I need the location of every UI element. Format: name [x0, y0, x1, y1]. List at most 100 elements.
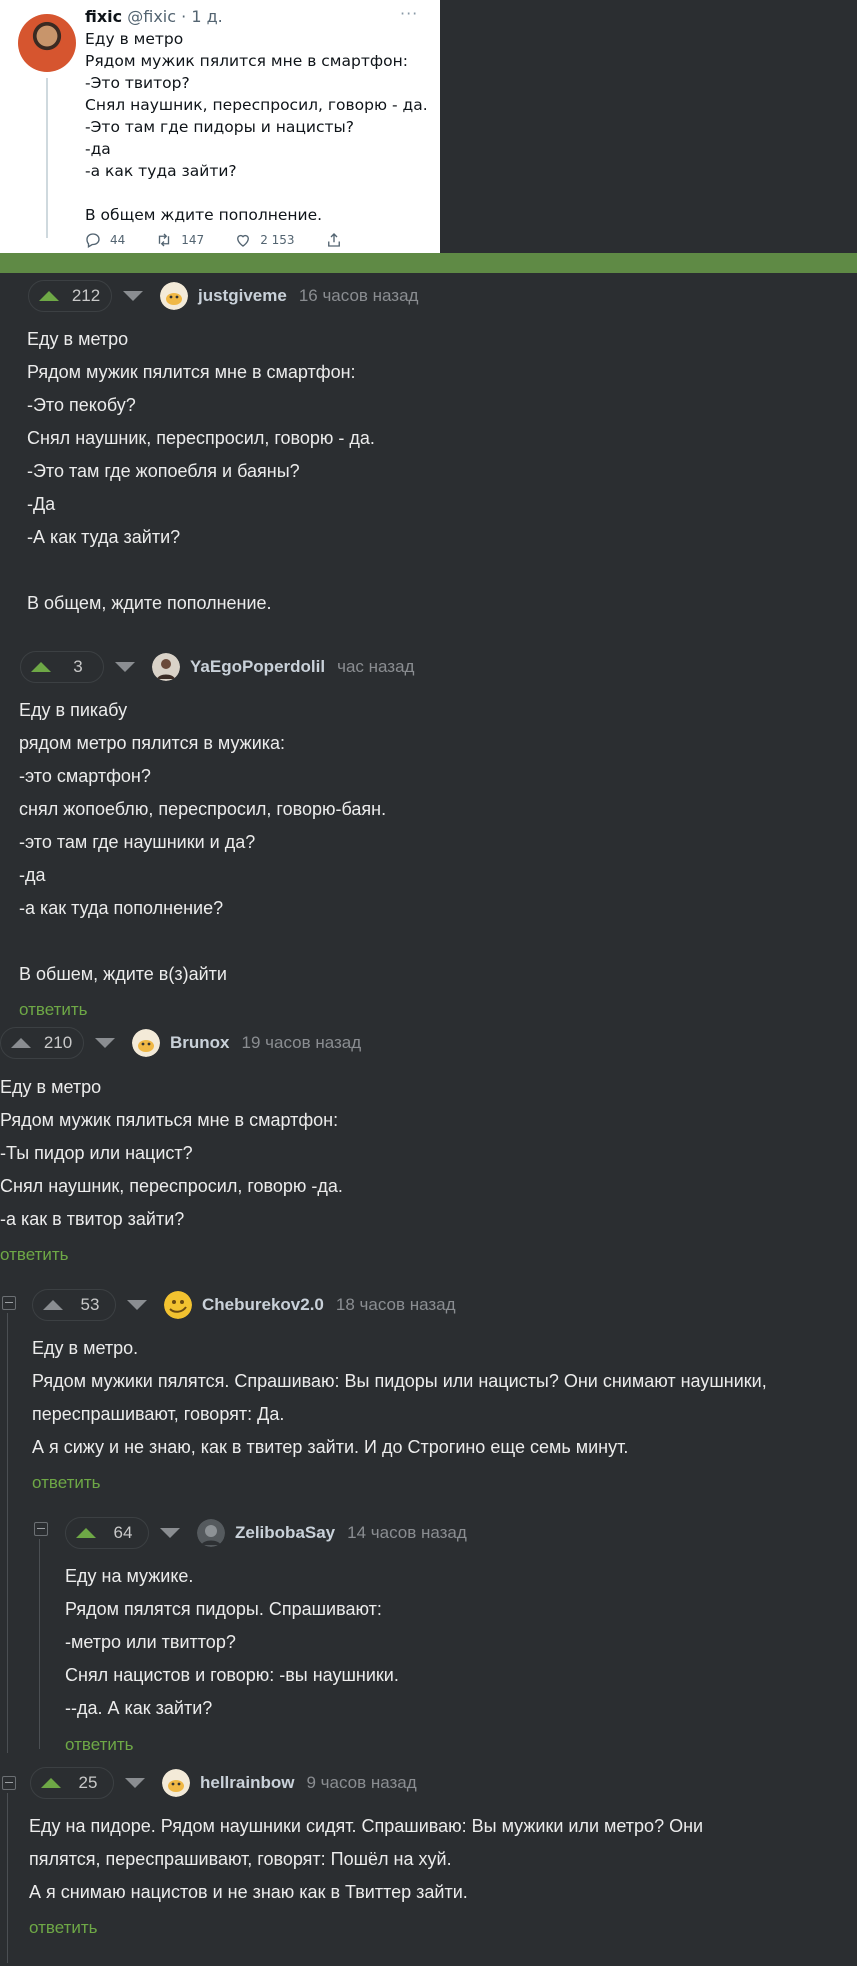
downvote-button[interactable] — [88, 1028, 122, 1058]
comment-line: Снял наушник, переспросил, говорю -да. — [0, 1176, 343, 1196]
comment-header: 25 hellrainbow 9 часов назад — [30, 1766, 417, 1800]
comment-body: Еду в метро Рядом мужик пялиться мне в с… — [0, 1071, 343, 1236]
avatar[interactable] — [132, 1029, 160, 1057]
comment-body: Еду в метро. Рядом мужики пялятся. Спраш… — [32, 1332, 767, 1464]
retweet-button[interactable]: 147 — [155, 231, 204, 249]
comment-body: Еду на пидоре. Рядом наушники сидят. Спр… — [29, 1810, 703, 1909]
comment-line: Еду в пикабу — [19, 700, 128, 720]
comment-score: 210 — [43, 1033, 73, 1052]
reply-count: 44 — [110, 233, 126, 247]
upvote-icon[interactable] — [31, 662, 51, 672]
downvote-button[interactable] — [153, 1518, 187, 1548]
reply-button[interactable]: 44 — [84, 231, 125, 249]
reply-link[interactable]: ответить — [29, 1918, 98, 1938]
comment-line: Еду в метро. — [32, 1338, 139, 1358]
tweet-header: fixic @fixic · 1 д. — [85, 7, 223, 26]
retweet-count: 147 — [181, 233, 205, 247]
comment-author[interactable]: Cheburekov2.0 — [202, 1295, 324, 1315]
comment-time[interactable]: 18 часов назад — [336, 1295, 456, 1315]
reply-link[interactable]: ответить — [0, 1245, 69, 1265]
tweet-line: -Это там где пидоры и нацисты? — [85, 118, 355, 136]
like-icon — [237, 234, 250, 247]
comment-author[interactable]: Brunox — [170, 1033, 230, 1053]
comment-time[interactable]: 14 часов назад — [347, 1523, 467, 1543]
comment-line: Снял наушник, переспросил, говорю - да. — [27, 428, 375, 448]
comment-time[interactable]: 9 часов назад — [306, 1773, 416, 1793]
comment-line: А я сижу и не знаю, как в твитер зайти. … — [32, 1437, 629, 1457]
comment-header: 64 ZelibobaSay 14 часов назад — [65, 1516, 467, 1550]
comment-line: Рядом мужик пялиться мне в смартфон: — [0, 1110, 339, 1130]
tweet-line: В общем ждите пополнение. — [85, 206, 323, 224]
thread-line — [7, 1313, 8, 1753]
downvote-icon — [123, 291, 143, 301]
comment-line: --да. А как зайти? — [65, 1698, 213, 1718]
avatar[interactable] — [164, 1291, 192, 1319]
comment-author[interactable]: YaEgoPoperdolil — [190, 657, 325, 677]
tweet-text: Еду в метро Рядом мужик пялится мне в см… — [85, 28, 428, 226]
comment-line: -Ты пидор или нацист? — [0, 1143, 193, 1163]
rating-box: 3 — [20, 651, 104, 683]
comment-header: 3 YaEgoPoperdolil час назад — [20, 650, 414, 684]
comment-line: -А как туда зайти? — [27, 527, 181, 547]
downvote-button[interactable] — [120, 1290, 154, 1320]
upvote-icon[interactable] — [43, 1300, 63, 1310]
comment-author[interactable]: ZelibobaSay — [235, 1523, 335, 1543]
comment-line: -да — [19, 865, 46, 885]
comment-line: -Да — [27, 494, 56, 514]
comment-line: снял жопоеблю, переспросил, говорю-баян. — [19, 799, 387, 819]
downvote-button[interactable] — [108, 652, 142, 682]
comment-time[interactable]: час назад — [337, 657, 414, 677]
comment-author[interactable]: hellrainbow — [200, 1773, 294, 1793]
comment-time[interactable]: 19 часов назад — [242, 1033, 362, 1053]
tweet-line: -да — [85, 140, 111, 158]
rating-box: 53 — [32, 1289, 116, 1321]
reply-link[interactable]: ответить — [32, 1473, 101, 1493]
downvote-icon — [127, 1300, 147, 1310]
comment-line: Снял нацистов и говорю: -вы наушники. — [65, 1665, 399, 1685]
comment-header: 53 Cheburekov2.0 18 часов назад — [32, 1288, 456, 1322]
comment-header: 212 justgiveme 16 часов назад — [28, 279, 418, 313]
rating-box: 210 — [0, 1027, 84, 1059]
comment-line: В общем, ждите пополнение. — [27, 593, 272, 613]
comment-time[interactable]: 16 часов назад — [299, 286, 419, 306]
tweet-actions: 44 147 2 153 — [84, 231, 373, 249]
tweet-time[interactable]: · 1 д. — [181, 7, 223, 26]
comment-line: Рядом пялятся пидоры. Спрашивают: — [65, 1599, 382, 1619]
collapse-toggle[interactable] — [2, 1296, 16, 1310]
comment-line — [27, 554, 375, 587]
comment-score: 3 — [73, 657, 83, 676]
comment-line: -а как в твитор зайти? — [0, 1209, 185, 1229]
avatar[interactable] — [197, 1519, 225, 1547]
comment-body: Еду в пикабу рядом метро пялится в мужик… — [19, 694, 386, 991]
upvote-icon[interactable] — [41, 1778, 61, 1788]
collapse-toggle[interactable] — [34, 1522, 48, 1536]
share-button[interactable] — [325, 231, 343, 249]
avatar[interactable] — [160, 282, 188, 310]
tweet-author-name[interactable]: fixic — [85, 7, 122, 26]
retweet-icon — [159, 233, 170, 247]
tweet-author-handle[interactable]: @fixic — [127, 7, 176, 26]
more-icon[interactable]: ··· — [400, 4, 418, 23]
upvote-icon[interactable] — [11, 1038, 31, 1048]
downvote-button[interactable] — [118, 1768, 152, 1798]
rating-box: 212 — [28, 280, 112, 312]
like-button[interactable]: 2 153 — [234, 231, 295, 249]
comment-line: -это там где наушники и да? — [19, 832, 256, 852]
upvote-icon[interactable] — [76, 1528, 96, 1538]
comment-line: переспрашивают, говорят: Да. — [32, 1404, 285, 1424]
tweet-card: fixic @fixic · 1 д. ··· Еду в метро Рядо… — [0, 0, 440, 253]
tweet-avatar[interactable] — [18, 14, 76, 72]
avatar[interactable] — [152, 653, 180, 681]
comment-line: рядом метро пялится в мужика: — [19, 733, 286, 753]
tweet-line: Рядом мужик пялится мне в смартфон: — [85, 52, 408, 70]
comment-author[interactable]: justgiveme — [198, 286, 287, 306]
reply-link[interactable]: ответить — [19, 1000, 88, 1020]
avatar[interactable] — [162, 1769, 190, 1797]
comment-line: В обшем, ждите в(з)айти — [19, 964, 227, 984]
downvote-button[interactable] — [116, 281, 150, 311]
upvote-icon[interactable] — [39, 291, 59, 301]
comment-line: Рядом мужики пялятся. Спрашиваю: Вы пидо… — [32, 1371, 767, 1391]
collapse-toggle[interactable] — [2, 1776, 16, 1790]
comment-line: -это смартфон? — [19, 766, 151, 786]
reply-link[interactable]: ответить — [65, 1735, 134, 1755]
